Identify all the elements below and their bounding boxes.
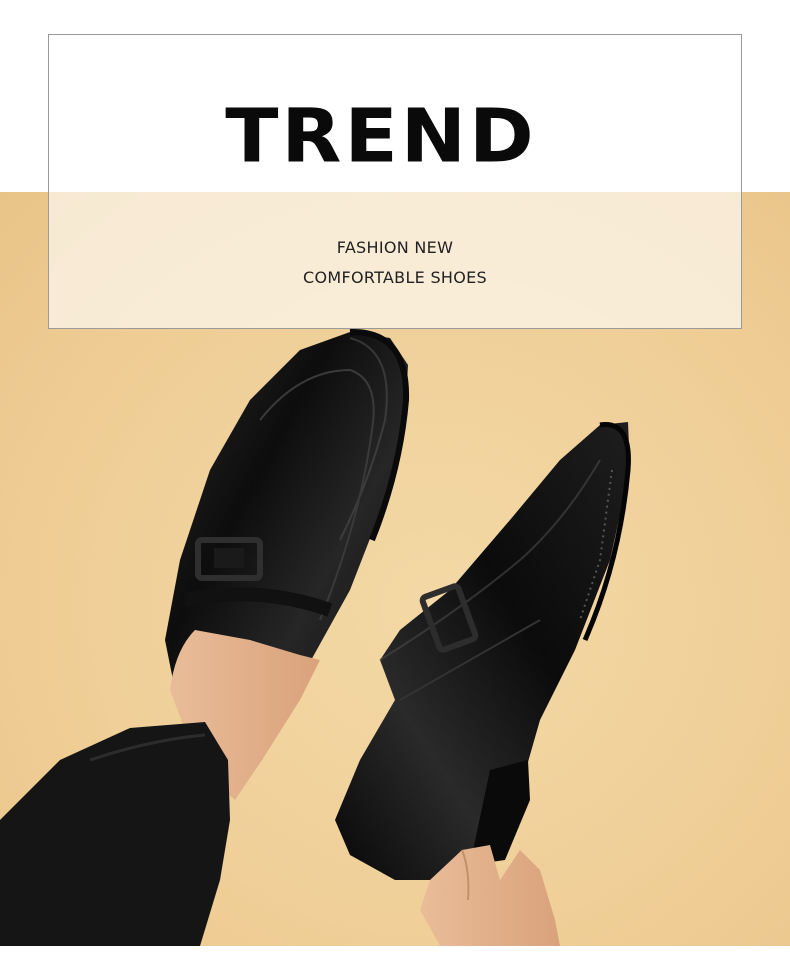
- banner-title: TREND: [0, 100, 790, 174]
- banner-subtitle-line2: COMFORTABLE SHOES: [302, 268, 488, 287]
- banner-subtitle-line1: FASHION NEW: [336, 238, 454, 257]
- trousers: [0, 722, 230, 946]
- banner-title-text: TREND: [225, 94, 537, 180]
